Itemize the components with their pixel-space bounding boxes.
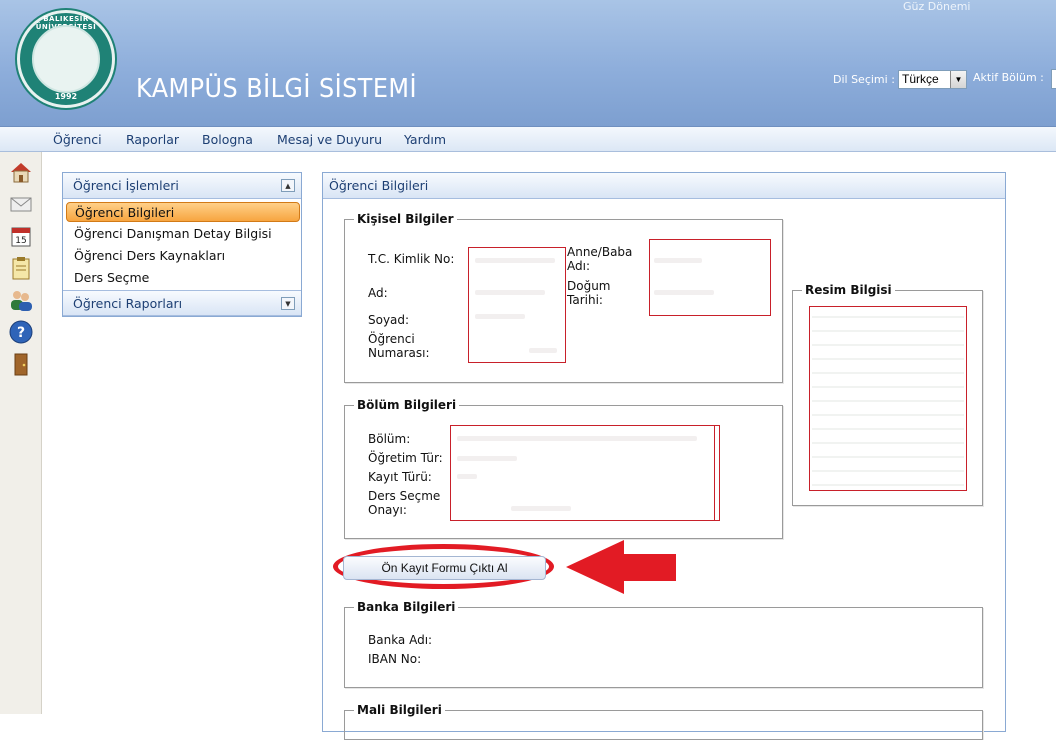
menu-ogrenci[interactable]: Öğrenci [53, 132, 102, 147]
red-arrow-icon [566, 540, 676, 594]
student-photo [809, 306, 967, 491]
mail-icon[interactable] [9, 192, 33, 216]
panel-title: Öğrenci Raporları [73, 296, 183, 311]
nav-item-student-info[interactable]: Öğrenci Bilgileri [66, 202, 300, 222]
logo-year: 1992 [54, 92, 78, 101]
bank-info-section: Banka Bilgileri [344, 600, 983, 688]
chevron-down-icon[interactable]: ▼ [950, 71, 966, 88]
language-value: Türkçe [902, 72, 939, 86]
personal-values-redacted [468, 247, 566, 363]
menu-raporlar[interactable]: Raporlar [126, 132, 179, 147]
calendar-icon[interactable]: 15 [9, 224, 33, 248]
section-legend: Bölüm Bilgileri [354, 398, 460, 412]
home-icon[interactable] [9, 160, 33, 184]
print-preregistration-form-button[interactable]: Ön Kayıt Formu Çıktı Al [343, 556, 546, 580]
bank-name-label: Banka Adı: [368, 633, 433, 647]
page-title: Öğrenci Bilgileri [323, 173, 1005, 199]
department-values-redacted [450, 425, 720, 521]
surname-label: Soyad: [368, 313, 410, 327]
student-operations-panel: Öğrenci İşlemleri ▲ Öğrenci Bilgileri Öğ… [62, 172, 302, 317]
department-label: Bölüm: [368, 432, 411, 446]
header: BALIKESİR ÜNİVERSİTESİ 1992 KAMPÜS BİLGİ… [0, 0, 1056, 126]
svg-text:?: ? [17, 325, 25, 341]
calendar-day: 15 [15, 236, 26, 246]
language-label: Dil Seçimi : [833, 73, 895, 86]
parent-birth-values-redacted [649, 239, 771, 316]
active-department-label: Aktif Bölüm : [973, 71, 1044, 84]
menu-yardim[interactable]: Yardım [404, 132, 446, 147]
help-icon[interactable]: ? [9, 320, 33, 344]
university-logo[interactable]: BALIKESİR ÜNİVERSİTESİ 1992 [17, 10, 115, 108]
exit-door-icon[interactable] [9, 352, 33, 376]
main-menu-bar: Öğrenci Raporlar Bologna Mesaj ve Duyuru… [0, 126, 1056, 152]
language-select[interactable]: Türkçe ▼ [898, 70, 967, 89]
section-legend: Kişisel Bilgiler [354, 212, 457, 226]
quick-icon-bar: 15 ? [0, 152, 42, 714]
student-number-label: Öğrenci Numarası: [368, 332, 430, 360]
tc-id-label: T.C. Kimlik No: [368, 252, 455, 266]
menu-bologna[interactable]: Bologna [202, 132, 253, 147]
financial-info-section: Mali Bilgileri [344, 703, 983, 740]
panel-header-student-operations[interactable]: Öğrenci İşlemleri ▲ [63, 173, 301, 199]
section-legend: Resim Bilgisi [802, 283, 895, 297]
section-legend: Banka Bilgileri [354, 600, 459, 614]
registration-type-label: Kayıt Türü: [368, 470, 432, 484]
nav-item-course-selection[interactable]: Ders Seçme [66, 268, 300, 288]
clipboard-icon[interactable] [9, 256, 33, 280]
chevron-down-icon[interactable]: ▼ [281, 297, 295, 310]
education-type-label: Öğretim Tür: [368, 451, 443, 465]
active-department-select[interactable] [1051, 69, 1056, 89]
section-legend: Mali Bilgileri [354, 703, 445, 717]
nav-item-course-resources[interactable]: Öğrenci Ders Kaynakları [66, 246, 300, 266]
iban-label: IBAN No: [368, 652, 422, 666]
menu-mesaj-ve-duyuru[interactable]: Mesaj ve Duyuru [277, 132, 382, 147]
site-title: KAMPÜS BİLGİ SİSTEMİ [136, 74, 418, 104]
course-approval-label: Ders Seçme Onayı: [368, 489, 441, 517]
panel-title: Öğrenci İşlemleri [73, 178, 179, 193]
term-label: Güz Dönemi [903, 0, 971, 13]
birth-date-label: Doğum Tarihi: [567, 279, 611, 307]
parent-name-label: Anne/Baba Adı: [567, 245, 633, 273]
nav-item-advisor-details[interactable]: Öğrenci Danışman Detay Bilgisi [66, 224, 300, 244]
panel-header-student-reports[interactable]: Öğrenci Raporları ▼ [63, 290, 301, 316]
first-name-label: Ad: [368, 286, 388, 300]
users-icon[interactable] [9, 288, 33, 312]
chevron-up-icon[interactable]: ▲ [281, 179, 295, 192]
